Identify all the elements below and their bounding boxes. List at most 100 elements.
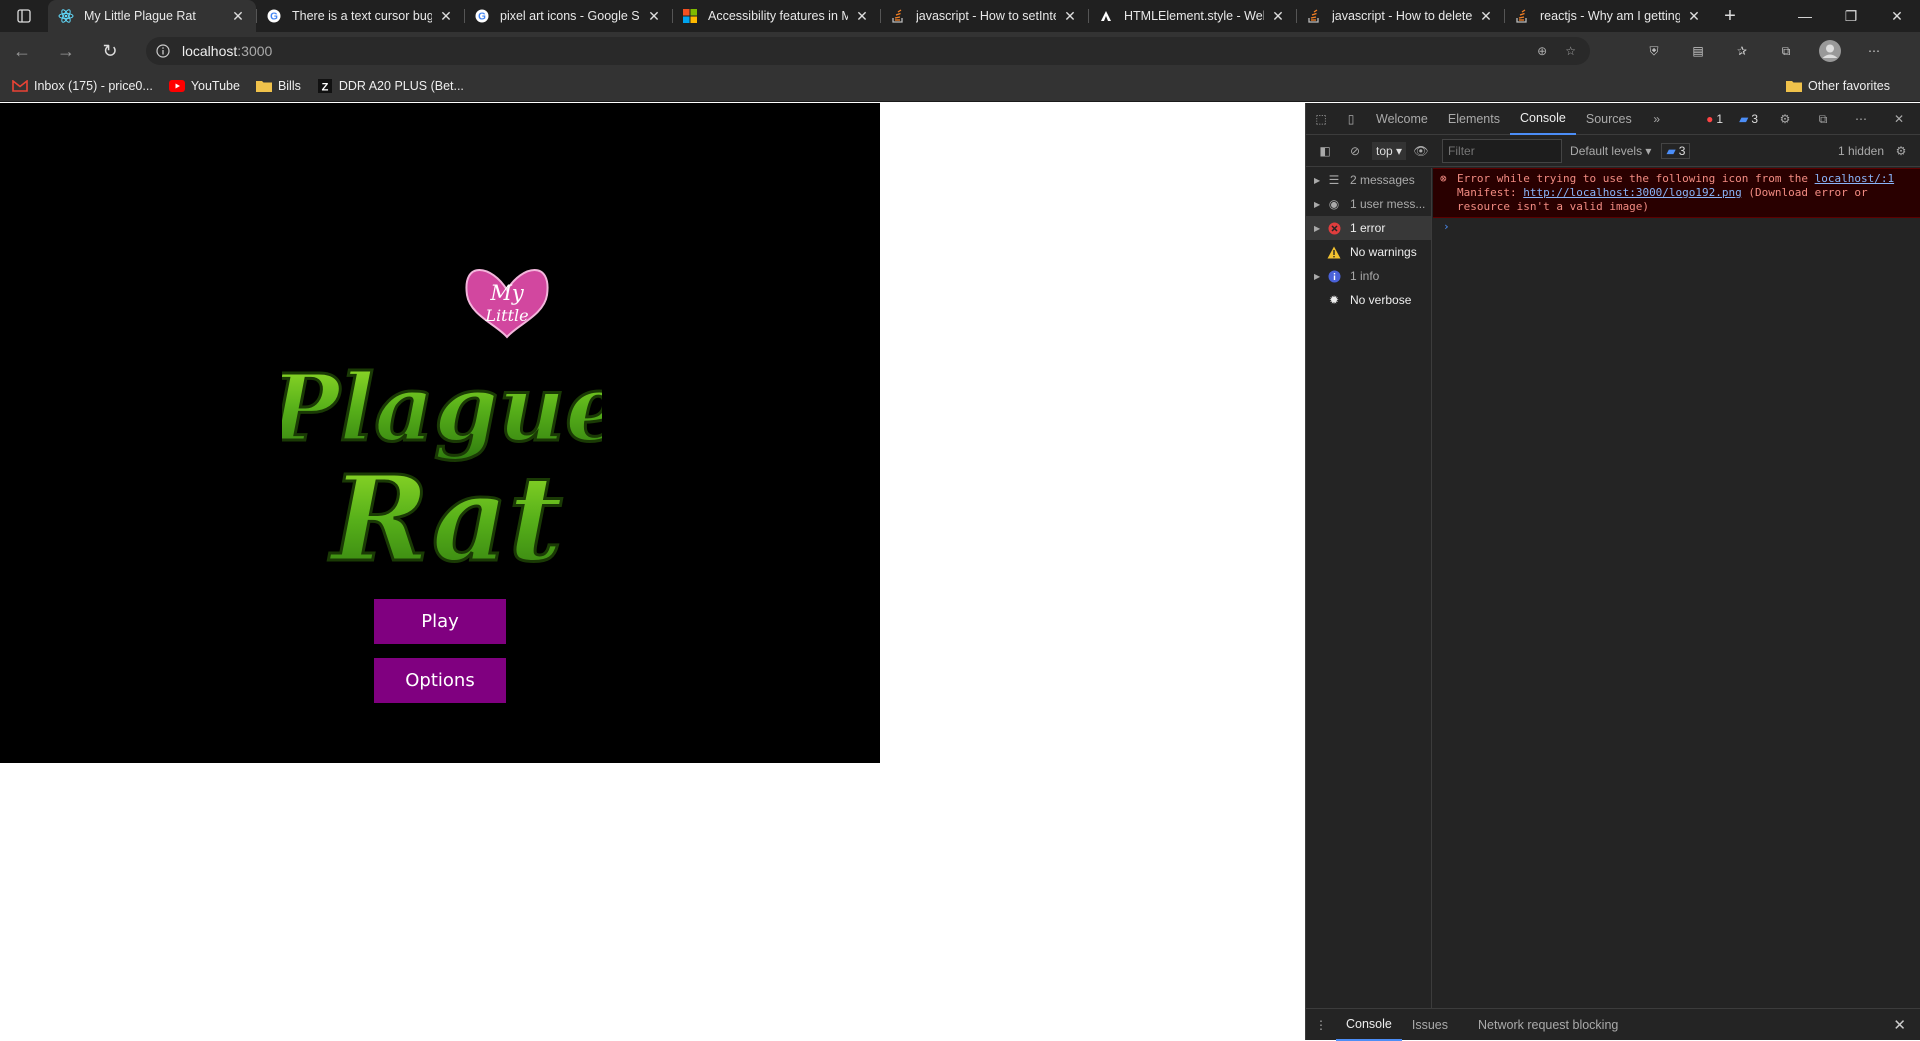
drawer-tab-console[interactable]: Console [1336,1009,1402,1041]
collections-icon[interactable]: ⧉ [1764,44,1808,59]
tab-close-icon[interactable]: ✕ [230,8,246,24]
sidebar-item-info[interactable]: ▶ 1 info [1306,264,1431,288]
add-favorite-icon[interactable]: ☆ [1565,44,1576,58]
issues-badge[interactable]: ▰ 3 [1661,142,1691,159]
other-favorites[interactable]: Other favorites [1786,78,1890,94]
context-select[interactable]: top ▾ [1372,141,1407,160]
stackoverflow-icon [890,8,906,24]
bookmark-youtube[interactable]: YouTube [168,78,240,94]
eye-icon[interactable]: 👁 [1406,135,1436,167]
drawer-tab-network-blocking[interactable]: Network request blocking [1468,1009,1628,1041]
tab-title: javascript - How to setInte [916,9,1056,23]
address-bar[interactable]: localhost:3000 ⊕ ☆ [146,37,1590,65]
tab-close-icon[interactable]: ✕ [1686,8,1702,24]
devtools-drawer: ⋮ Console Issues Network request blockin… [1306,1008,1920,1041]
bookmark-inbox[interactable]: Inbox (175) - price0... [12,78,153,94]
sidebar-item-warnings[interactable]: No warnings [1306,240,1431,264]
microsoft-icon [682,8,698,24]
tab-2[interactable]: G pixel art icons - Google Se ✕ [464,0,672,32]
minimize-button[interactable]: — [1782,0,1828,32]
error-url-link[interactable]: http://localhost:3000/logo192.png [1523,186,1742,199]
folder-icon [1786,78,1803,94]
extension-icon[interactable]: ▤ [1676,44,1720,58]
tab-0[interactable]: My Little Plague Rat ✕ [48,0,256,32]
tab-1[interactable]: G There is a text cursor bug i ✕ [256,0,464,32]
tab-6[interactable]: javascript - How to delete ✕ [1296,0,1504,32]
sidebar-item-verbose[interactable]: ✹ No verbose [1306,288,1431,312]
tab-5[interactable]: HTMLElement.style - Web ✕ [1088,0,1296,32]
error-icon [1326,220,1342,236]
tab-close-icon[interactable]: ✕ [438,8,454,24]
clear-console-icon[interactable]: ⊘ [1340,135,1370,167]
more-menu-icon[interactable]: ⋯ [1852,44,1896,58]
sidebar-item-errors[interactable]: ▶ 1 error [1306,216,1431,240]
tab-sources[interactable]: Sources [1576,103,1642,135]
gear-icon[interactable]: ⚙ [1770,103,1800,135]
message-count-badge[interactable]: ▰ 3 [1735,112,1762,126]
tab-elements[interactable]: Elements [1438,103,1510,135]
url-port: :3000 [237,43,273,59]
tab-close-icon[interactable]: ✕ [1270,8,1286,24]
error-count-badge[interactable]: ● 1 [1702,112,1727,126]
message-icon: ▰ [1666,143,1676,158]
issues-count: 3 [1678,143,1686,158]
devtools-tabbar: ⬚ ▯ Welcome Elements Console Sources » ●… [1306,103,1920,135]
more-options-icon[interactable]: ⋯ [1846,103,1876,135]
extension-shield-icon[interactable]: ⛨ [1632,44,1676,59]
tab-title: Accessibility features in Mi [708,9,848,23]
refresh-button[interactable]: ↻ [88,32,132,70]
profile-avatar[interactable] [1808,40,1852,62]
drawer-tab-issues[interactable]: Issues [1402,1009,1458,1041]
bookmark-label: YouTube [190,78,240,93]
forward-button[interactable]: → [44,32,88,70]
console-body: ▶ ☰ 2 messages ▶ ◉ 1 user mess... ▶ 1 error N… [1306,168,1920,1008]
sidebar-item-messages[interactable]: ▶ ☰ 2 messages [1306,168,1431,192]
sidebar-toggle-icon[interactable]: ◧ [1310,135,1340,167]
restore-button[interactable]: ❐ [1828,0,1874,32]
sidebar-item-user-messages[interactable]: ▶ ◉ 1 user mess... [1306,192,1431,216]
sidebar-label: 1 info [1350,269,1380,283]
options-button[interactable]: Options [374,658,506,703]
device-toolbar-icon[interactable]: ▯ [1336,103,1366,135]
back-button[interactable]: ← [0,32,44,70]
logo-plague-text: Plague [282,354,602,462]
tab-close-icon[interactable]: ✕ [1062,8,1078,24]
tab-4[interactable]: javascript - How to setInte ✕ [880,0,1088,32]
bookmark-bills[interactable]: Bills [255,78,301,94]
close-icon[interactable]: ✕ [1884,103,1914,135]
tab-7[interactable]: reactjs - Why am I getting ✕ [1504,0,1712,32]
filter-input[interactable] [1442,138,1563,163]
dock-icon[interactable]: ⧉ [1808,103,1838,135]
tab-close-icon[interactable]: ✕ [646,8,662,24]
favorites-icon[interactable]: ✰ [1720,44,1764,58]
bug-icon: ✹ [1328,293,1340,307]
console-prompt[interactable]: › [1433,220,1920,233]
zoom-icon[interactable]: ⊕ [1537,44,1547,58]
tab-close-icon[interactable]: ✕ [854,8,870,24]
bookmark-label: DDR A20 PLUS (Bet... [338,78,464,93]
tab-3[interactable]: Accessibility features in Mi ✕ [672,0,880,32]
info-icon [1326,268,1342,284]
close-window-button[interactable]: ✕ [1874,0,1920,32]
error-text: Error while trying to use the following … [1457,172,1815,185]
drawer-more-icon[interactable]: ⋮ [1306,1009,1336,1041]
tab-welcome[interactable]: Welcome [1366,103,1438,135]
logo-little-text: Little [484,306,528,325]
inspect-icon[interactable]: ⬚ [1306,103,1336,135]
more-tabs-icon[interactable]: » [1642,103,1672,135]
bookmark-ddr[interactable]: Z DDR A20 PLUS (Bet... [317,78,464,94]
levels-dropdown[interactable]: Default levels ▾ [1570,144,1651,158]
console-output: ⊗ Error while trying to use the followin… [1433,168,1920,1008]
error-source-link[interactable]: localhost/:1 [1815,172,1894,185]
tab-console[interactable]: Console [1509,103,1576,135]
play-button[interactable]: Play [374,599,506,644]
new-tab-button[interactable]: + [1712,0,1748,32]
hidden-count: 1 hidden [1837,143,1884,158]
close-drawer-icon[interactable]: ✕ [1893,1016,1906,1034]
tab-actions-button[interactable] [0,0,48,32]
error-icon: ⊗ [1440,172,1447,185]
tab-close-icon[interactable]: ✕ [1478,8,1494,24]
tab-actions-icon [17,9,31,23]
console-settings-icon[interactable]: ⚙ [1886,135,1916,167]
logo-my-text: My [489,281,525,305]
